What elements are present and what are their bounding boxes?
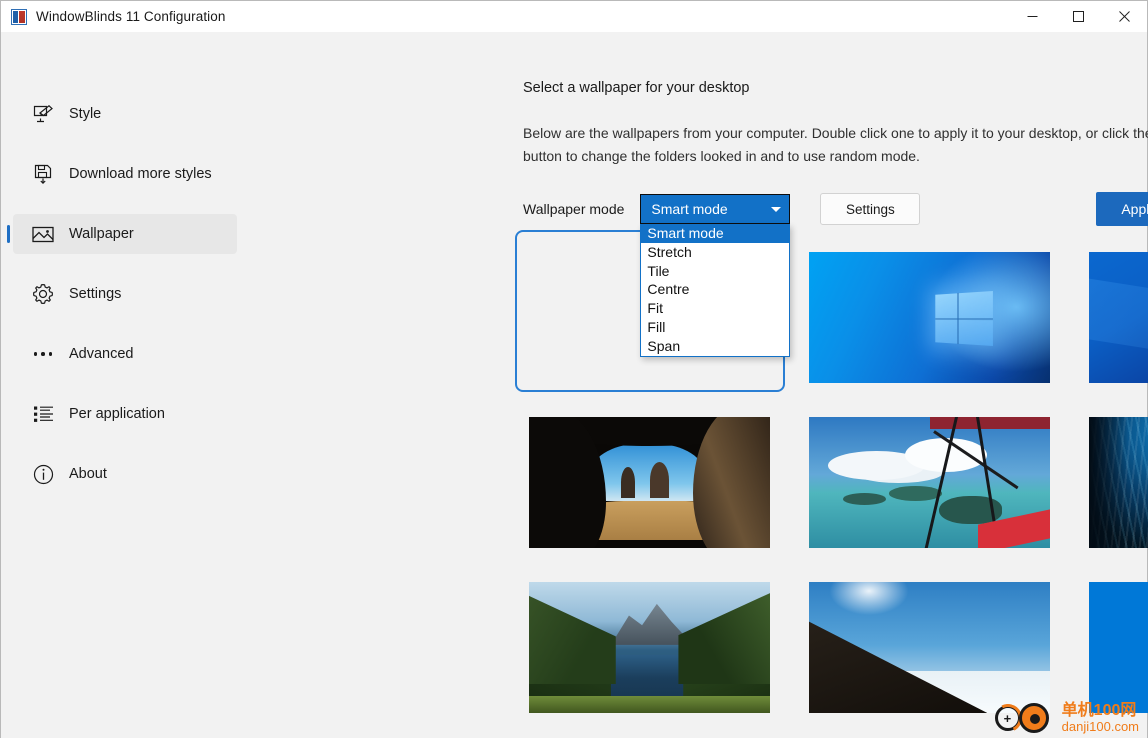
sidebar-item-label: Wallpaper (69, 226, 134, 242)
sidebar-item-label: Style (69, 106, 102, 122)
dropdown-option-fit[interactable]: Fit (641, 299, 789, 318)
dropdown-option-fill[interactable]: Fill (641, 318, 789, 337)
list-icon (31, 402, 55, 426)
thumbnail-image (529, 417, 770, 548)
thumbnail-image (1089, 582, 1148, 713)
sidebar-navigation: Style Download more styles Wallpaper Set… (1, 32, 249, 738)
sidebar-item-wallpaper[interactable]: Wallpaper (7, 214, 237, 254)
page-description: Below are the wallpapers from your compu… (523, 125, 1148, 164)
wallpaper-thumbnail[interactable] (1075, 248, 1148, 413)
dropdown-option-stretch[interactable]: Stretch (641, 243, 789, 262)
thumbnail-image (1089, 252, 1148, 383)
download-save-icon (31, 162, 55, 186)
wallpaper-mode-dropdown-list[interactable]: Smart mode Stretch Tile Centre Fit Fill … (640, 224, 791, 357)
style-pen-icon (31, 102, 55, 126)
wallpaper-mode-combobox[interactable]: Smart mode Smart mode Stretch Tile Centr… (640, 194, 791, 357)
sidebar-item-label: Per application (69, 406, 165, 422)
minimize-button[interactable] (1009, 1, 1055, 32)
watermark-cn-text: 单机100网 (1061, 701, 1137, 719)
title-bar: WindowBlinds 11 Configuration (1, 1, 1147, 32)
sidebar-item-style[interactable]: Style (13, 94, 237, 134)
wallpaper-thumbnail[interactable] (795, 413, 1075, 578)
window-title: WindowBlinds 11 Configuration (36, 9, 226, 24)
dropdown-option-span[interactable]: Span (641, 337, 789, 356)
page-title: Select a wallpaper for your desktop (523, 80, 750, 96)
watermark-text: 单机100网 danji100.com (1061, 701, 1139, 734)
window-body: Style Download more styles Wallpaper Set… (1, 32, 1148, 738)
watermark-en-text: danji100.com (1061, 718, 1139, 734)
info-circle-icon (31, 462, 55, 486)
image-picture-icon (31, 222, 55, 246)
thumbnail-image (1089, 417, 1148, 548)
main-content: Select a wallpaper for your desktop Belo… (249, 32, 1148, 738)
sidebar-item-label: Settings (69, 286, 122, 302)
wallpaper-grid (515, 230, 1148, 738)
watermark: + 单机100网 danji100.com (990, 700, 1139, 736)
thumbnail-image (809, 582, 1050, 713)
thumbnail-image (809, 252, 1050, 383)
thumbnail-image (809, 417, 1050, 548)
wallpaper-toolbar: Wallpaper mode Smart mode Smart mode Str… (523, 192, 1148, 357)
gear-icon (31, 282, 55, 306)
chevron-down-icon (771, 206, 782, 212)
close-button[interactable] (1101, 1, 1147, 32)
dropdown-option-tile[interactable]: Tile (641, 262, 789, 281)
thumbnail-image (529, 582, 770, 713)
wallpaper-thumbnail[interactable] (1075, 413, 1148, 578)
sidebar-item-per-application[interactable]: Per application (13, 394, 237, 434)
sidebar-item-advanced[interactable]: Advanced (13, 334, 237, 374)
wallpaper-thumbnail[interactable] (795, 248, 1075, 413)
sidebar-item-about[interactable]: About (13, 454, 237, 494)
app-window: WindowBlinds 11 Configuration Style Down… (0, 0, 1148, 738)
window-controls (1009, 1, 1147, 32)
sidebar-item-label: Download more styles (69, 166, 212, 182)
sidebar-item-label: About (69, 466, 107, 482)
sidebar-item-download-more-styles[interactable]: Download more styles (13, 154, 237, 194)
wallpaper-mode-label: Wallpaper mode (523, 201, 625, 217)
ellipsis-icon (31, 342, 55, 366)
apply-wallpaper-button[interactable]: Apply wallpaper to desktop (1096, 192, 1148, 226)
app-icon (11, 8, 27, 25)
wallpaper-thumbnail[interactable] (515, 413, 795, 578)
dropdown-option-centre[interactable]: Centre (641, 280, 789, 299)
watermark-logo-icon: + (990, 700, 1057, 736)
maximize-button[interactable] (1055, 1, 1101, 32)
dropdown-option-smart-mode[interactable]: Smart mode (641, 224, 790, 243)
sidebar-item-settings[interactable]: Settings (13, 274, 237, 314)
wallpaper-mode-combobox-display[interactable]: Smart mode (640, 194, 791, 224)
wallpaper-mode-selected-value: Smart mode (651, 201, 728, 217)
sidebar-item-label: Advanced (69, 346, 134, 362)
wallpaper-thumbnail[interactable] (515, 578, 795, 738)
settings-button[interactable]: Settings (820, 193, 921, 225)
